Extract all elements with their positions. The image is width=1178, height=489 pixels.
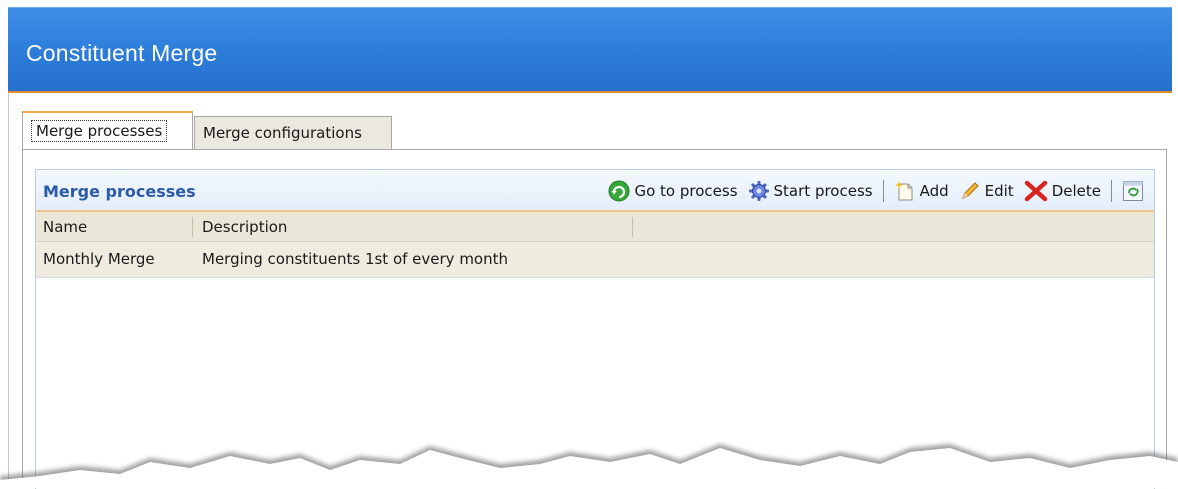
tab-merge-configurations-label: Merge configurations — [203, 124, 362, 142]
section-title: Merge processes — [43, 182, 196, 201]
tab-merge-processes[interactable]: Merge processes — [22, 111, 193, 150]
delete-label: Delete — [1051, 182, 1101, 200]
table-row[interactable]: Monthly Merge Merging constituents 1st o… — [36, 242, 1154, 278]
go-to-process-button[interactable]: Go to process — [608, 180, 738, 202]
toolbar-separator — [882, 180, 884, 202]
page-header: Constituent Merge — [8, 7, 1172, 93]
column-divider[interactable] — [632, 217, 633, 237]
refresh-icon — [1122, 180, 1144, 202]
start-process-label: Start process — [773, 182, 873, 200]
pencil-icon — [959, 180, 981, 202]
refresh-button[interactable] — [1122, 180, 1148, 202]
content-border — [8, 93, 9, 488]
section-toolbar: Merge processes Go to process Start proc… — [36, 170, 1154, 212]
column-header-name[interactable]: Name — [43, 218, 87, 236]
tab-merge-processes-label: Merge processes — [31, 120, 168, 142]
delete-button[interactable]: Delete — [1024, 180, 1101, 202]
page-title: Constituent Merge — [26, 40, 218, 66]
column-divider[interactable] — [192, 217, 193, 237]
action-bar: Go to process Start process Add Edit Del… — [598, 178, 1148, 204]
row-description-cell: Merging constituents 1st of every month — [202, 250, 509, 268]
grid-header: Name Description — [36, 212, 1154, 242]
go-to-process-label: Go to process — [634, 182, 738, 200]
edit-label: Edit — [984, 182, 1014, 200]
new-document-sparkle-icon — [894, 180, 916, 202]
constituent-merge-page: Constituent Merge Merge processes Merge … — [0, 0, 1178, 489]
add-button[interactable]: Add — [894, 180, 949, 202]
torn-edge — [0, 444, 1178, 488]
add-label: Add — [919, 182, 949, 200]
start-process-button[interactable]: Start process — [748, 180, 873, 202]
column-header-description[interactable]: Description — [202, 218, 287, 236]
edit-button[interactable]: Edit — [959, 180, 1014, 202]
row-name-cell: Monthly Merge — [43, 250, 155, 268]
red-x-icon — [1024, 180, 1048, 202]
gear-icon — [748, 180, 770, 202]
toolbar-separator-2 — [1111, 180, 1112, 202]
tab-merge-configurations[interactable]: Merge configurations — [194, 116, 392, 149]
green-circular-arrow-icon — [608, 180, 630, 202]
